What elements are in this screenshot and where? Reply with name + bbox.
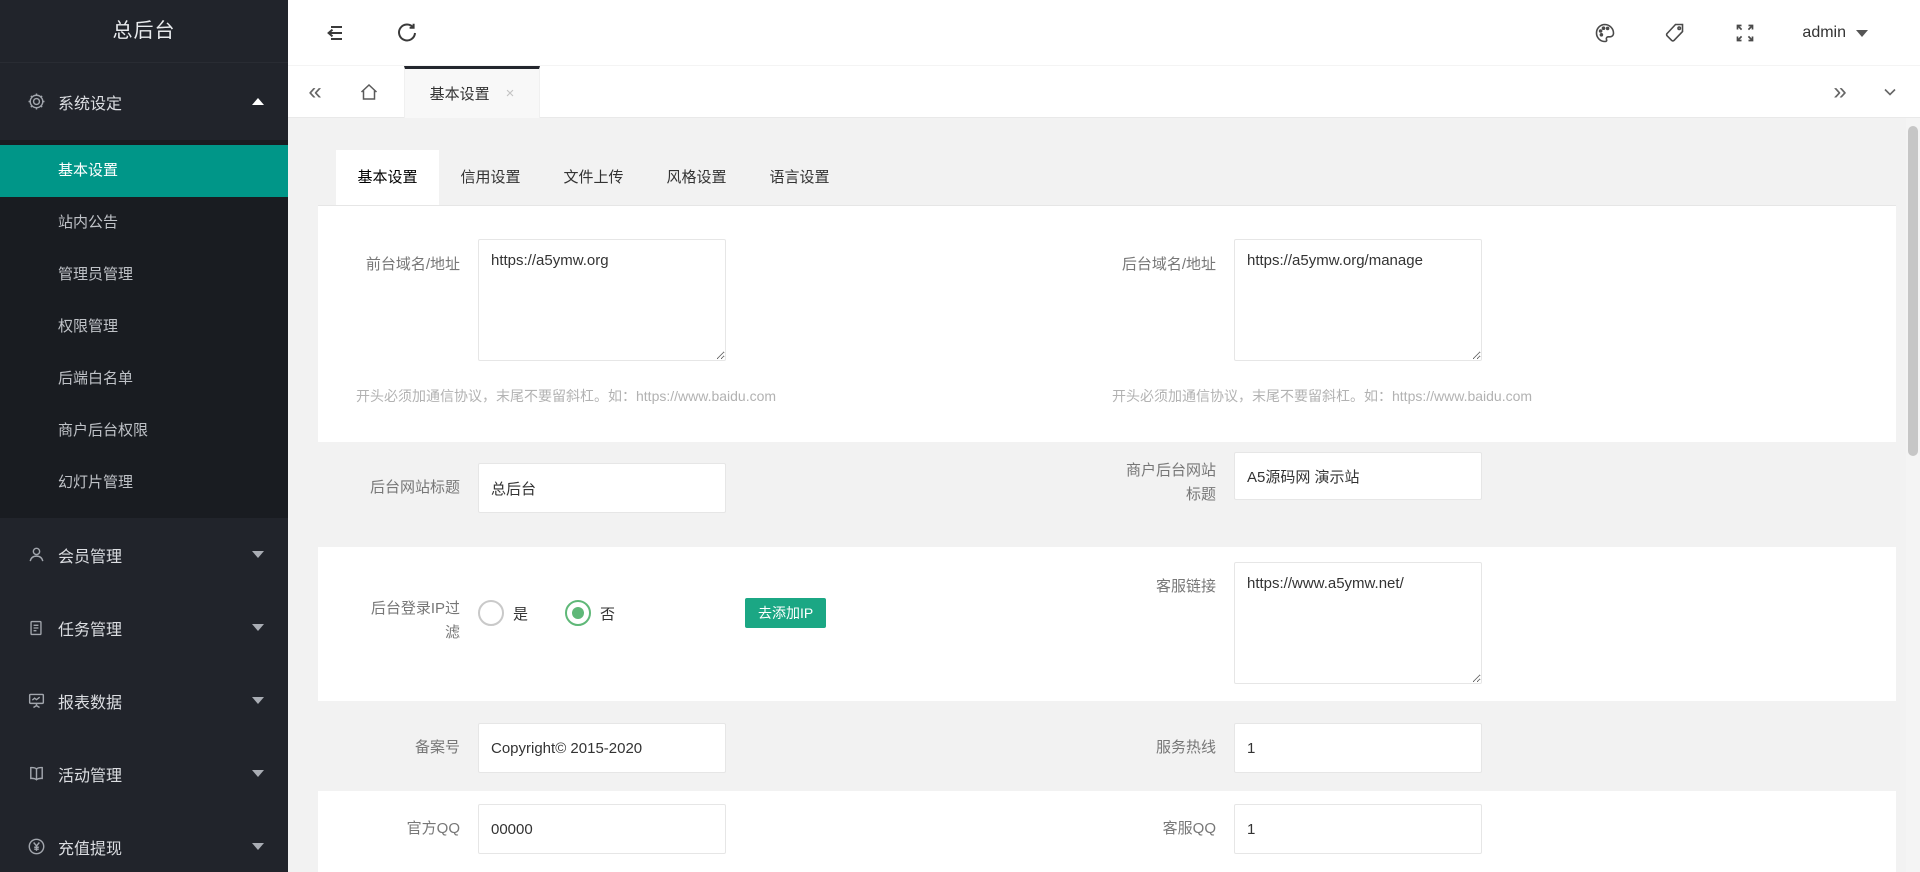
sidebar-item-recharge-withdraw[interactable]: 充值提现 bbox=[0, 810, 288, 872]
radio-no[interactable]: 否 bbox=[565, 599, 615, 627]
close-tab-icon[interactable]: × bbox=[506, 85, 515, 102]
tabs-scroll-left-button[interactable]: « bbox=[288, 66, 342, 118]
chevron-down-icon bbox=[252, 843, 264, 850]
sidebar: 总后台 系统设定 基本设置 站内公告 管理员管理 权限管理 后端白名单 商户后台… bbox=[0, 0, 288, 872]
sidebar-item-task-management[interactable]: 任务管理 bbox=[0, 591, 288, 664]
form-row-qq: 官方QQ 客服QQ bbox=[318, 791, 1896, 872]
admin-domain-textarea[interactable]: https://a5ymw.org/manage bbox=[1234, 239, 1482, 361]
home-icon bbox=[358, 81, 380, 103]
form-row-domains: 前台域名/地址 https://a5ymw.org 后台域名/地址 https:… bbox=[318, 206, 1896, 442]
vertical-scrollbar[interactable] bbox=[1906, 118, 1920, 872]
settings-card: 基本设置 信用设置 文件上传 风格设置 语言设置 前台域名/地址 https:/… bbox=[318, 150, 1896, 872]
tab-language-settings[interactable]: 语言设置 bbox=[748, 150, 851, 205]
open-tab-basic-settings[interactable]: 基本设置 × bbox=[404, 66, 540, 118]
tabs-scroll-right-button[interactable]: » bbox=[1822, 66, 1858, 118]
hotline-label: 服务热线 bbox=[1112, 723, 1216, 773]
chevron-down-icon bbox=[252, 624, 264, 631]
radio-yes[interactable]: 是 bbox=[478, 599, 528, 627]
official-qq-input[interactable] bbox=[478, 804, 726, 854]
collapse-sidebar-icon[interactable] bbox=[322, 20, 348, 46]
tab-file-upload[interactable]: 文件上传 bbox=[542, 150, 645, 205]
home-tab-button[interactable] bbox=[342, 66, 396, 118]
double-chevron-left-icon: « bbox=[308, 80, 321, 104]
tab-style-settings[interactable]: 风格设置 bbox=[645, 150, 748, 205]
sidebar-item-permission-management[interactable]: 权限管理 bbox=[0, 301, 288, 353]
official-qq-label: 官方QQ bbox=[356, 804, 460, 854]
user-icon bbox=[26, 545, 46, 565]
settings-tabs: 基本设置 信用设置 文件上传 风格设置 语言设置 bbox=[318, 150, 1896, 206]
service-qq-label: 客服QQ bbox=[1112, 804, 1216, 854]
merchant-site-title-label: 商户后台网站标题 bbox=[1112, 452, 1216, 507]
open-tabs-bar: « 基本设置 × » bbox=[288, 66, 1920, 118]
book-icon bbox=[26, 764, 46, 784]
admin-domain-help-text: 开头必须加通信协议，末尾不要留斜杠。如：https://www.baidu.co… bbox=[1112, 386, 1532, 406]
admin-domain-label: 后台域名/地址 bbox=[1112, 239, 1216, 366]
tabs-menu-button[interactable] bbox=[1872, 66, 1908, 118]
sidebar-item-report-data[interactable]: 报表数据 bbox=[0, 664, 288, 737]
scrollbar-thumb[interactable] bbox=[1908, 126, 1918, 456]
admin-site-title-label: 后台网站标题 bbox=[356, 463, 460, 513]
icp-input[interactable] bbox=[478, 723, 726, 773]
front-domain-label: 前台域名/地址 bbox=[356, 239, 460, 366]
sidebar-item-label: 活动管理 bbox=[58, 762, 122, 786]
palette-icon[interactable] bbox=[1592, 20, 1618, 46]
sidebar-item-label: 任务管理 bbox=[58, 616, 122, 640]
sidebar-item-label: 报表数据 bbox=[58, 689, 122, 713]
ip-filter-label: 后台登录IP过滤 bbox=[356, 597, 460, 645]
chevron-down-icon bbox=[252, 770, 264, 777]
double-chevron-right-icon: » bbox=[1833, 80, 1846, 104]
icp-label: 备案号 bbox=[356, 723, 460, 773]
username: admin bbox=[1802, 24, 1846, 42]
hotline-input[interactable] bbox=[1234, 723, 1482, 773]
tab-credit-settings[interactable]: 信用设置 bbox=[439, 150, 542, 205]
chevron-down-icon bbox=[252, 697, 264, 704]
sidebar-item-label: 充值提现 bbox=[58, 835, 122, 859]
form-row-icp: 备案号 服务热线 bbox=[318, 701, 1896, 791]
service-link-textarea[interactable]: https://www.a5ymw.net/ bbox=[1234, 562, 1482, 684]
add-ip-button[interactable]: 去添加IP bbox=[745, 598, 826, 628]
sidebar-item-member-management[interactable]: 会员管理 bbox=[0, 518, 288, 591]
admin-site-title-input[interactable] bbox=[478, 463, 726, 513]
service-link-label: 客服链接 bbox=[1112, 562, 1216, 689]
user-menu[interactable]: admin bbox=[1802, 24, 1868, 42]
sidebar-item-label: 会员管理 bbox=[58, 543, 122, 567]
refresh-icon[interactable] bbox=[394, 20, 420, 46]
content-area: 基本设置 信用设置 文件上传 风格设置 语言设置 前台域名/地址 https:/… bbox=[288, 118, 1920, 872]
yuan-icon bbox=[26, 837, 46, 857]
sidebar-item-site-notice[interactable]: 站内公告 bbox=[0, 197, 288, 249]
sidebar-item-activity-management[interactable]: 活动管理 bbox=[0, 737, 288, 810]
app-title: 总后台 bbox=[0, 0, 288, 63]
sidebar-item-system-settings[interactable]: 系统设定 bbox=[0, 63, 288, 140]
sidebar-item-merchant-backend-permission[interactable]: 商户后台权限 bbox=[0, 405, 288, 457]
fullscreen-icon[interactable] bbox=[1732, 20, 1758, 46]
radio-circle bbox=[565, 600, 591, 626]
sidebar-item-admin-management[interactable]: 管理员管理 bbox=[0, 249, 288, 301]
system-settings-submenu: 基本设置 站内公告 管理员管理 权限管理 后端白名单 商户后台权限 幻灯片管理 bbox=[0, 140, 288, 518]
radio-circle bbox=[478, 600, 504, 626]
form-row-site-titles: 后台网站标题 商户后台网站标题 bbox=[318, 442, 1896, 547]
gear-icon bbox=[26, 92, 46, 112]
topbar: admin bbox=[288, 0, 1920, 66]
front-domain-textarea[interactable]: https://a5ymw.org bbox=[478, 239, 726, 361]
document-icon bbox=[26, 618, 46, 638]
sidebar-item-label: 系统设定 bbox=[58, 90, 122, 114]
chart-board-icon bbox=[26, 691, 46, 711]
tab-basic-settings[interactable]: 基本设置 bbox=[336, 150, 439, 205]
chevron-down-icon bbox=[252, 551, 264, 558]
sidebar-item-slideshow-management[interactable]: 幻灯片管理 bbox=[0, 457, 288, 509]
tag-icon[interactable] bbox=[1662, 20, 1688, 46]
chevron-up-icon bbox=[252, 98, 264, 105]
chevron-down-icon bbox=[1882, 84, 1898, 100]
form-row-ip-filter: 后台登录IP过滤 是 否 去添加IP 客服链接 https://www.a5ym… bbox=[318, 547, 1896, 701]
chevron-down-icon bbox=[1856, 30, 1868, 37]
sidebar-item-backend-whitelist[interactable]: 后端白名单 bbox=[0, 353, 288, 405]
front-domain-help-text: 开头必须加通信协议，末尾不要留斜杠。如：https://www.baidu.co… bbox=[356, 386, 776, 406]
merchant-site-title-input[interactable] bbox=[1234, 452, 1482, 500]
service-qq-input[interactable] bbox=[1234, 804, 1482, 854]
sidebar-item-basic-settings[interactable]: 基本设置 bbox=[0, 145, 288, 197]
